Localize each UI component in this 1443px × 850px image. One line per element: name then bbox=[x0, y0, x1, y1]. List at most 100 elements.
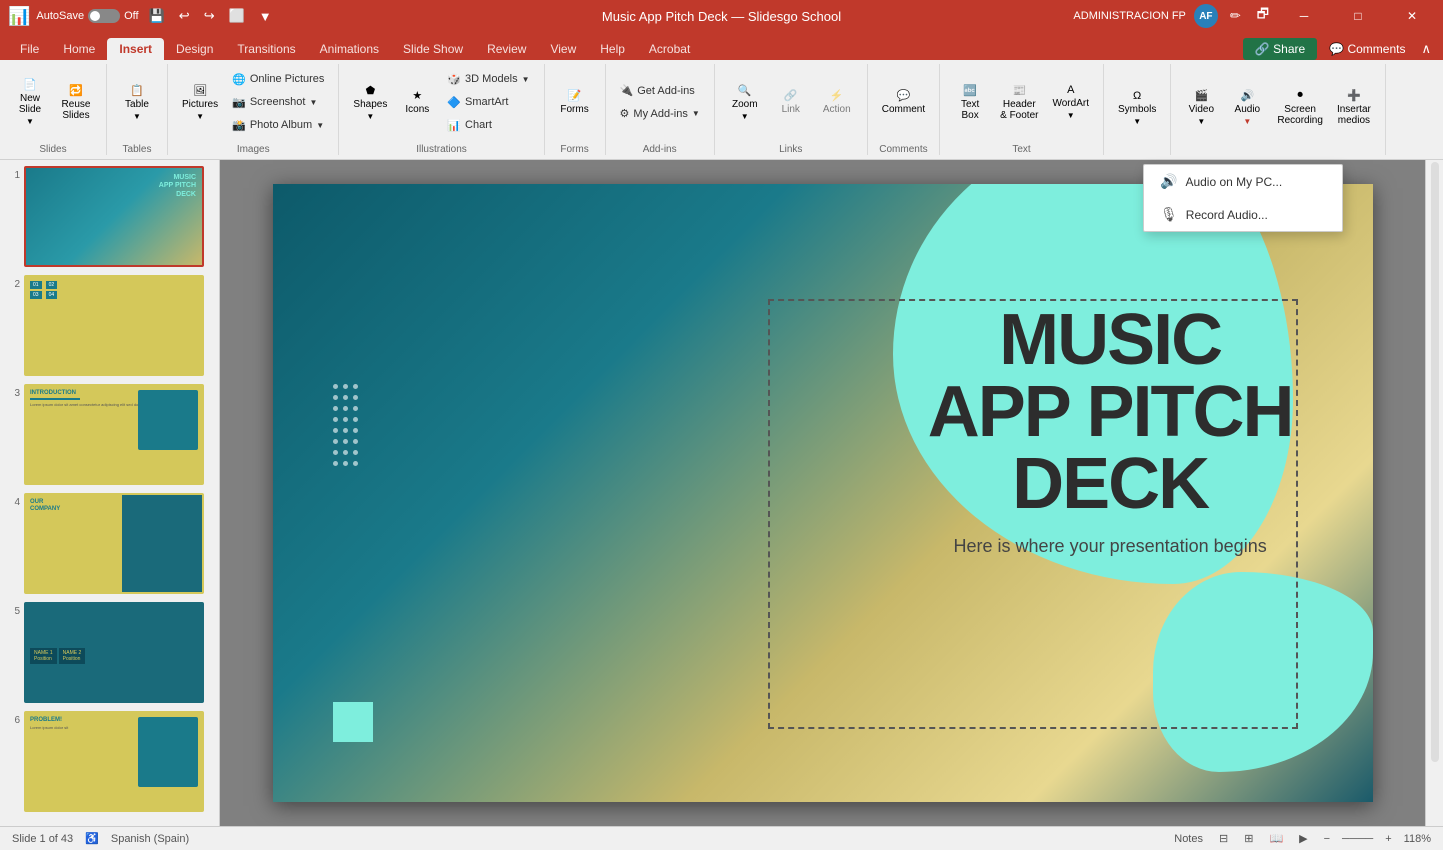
zoom-plus[interactable]: + bbox=[1381, 832, 1395, 846]
video-button[interactable]: 🎬 Video ▼ bbox=[1179, 73, 1223, 143]
tab-insert[interactable]: Insert bbox=[107, 38, 164, 60]
slide-thumbnail-1[interactable]: MUSICAPP PITCHDECK bbox=[24, 166, 204, 267]
ribbon-group-media: 🎬 Video ▼ 🔊 Audio ▼ ⏺ ScreenRecording ➕ … bbox=[1171, 64, 1386, 155]
table-dd[interactable]: ▼ bbox=[133, 112, 141, 121]
pictures-dd[interactable]: ▼ bbox=[196, 112, 204, 121]
redo-button[interactable]: ↪ bbox=[200, 6, 219, 26]
screenshot-button[interactable]: 📷 Screenshot ▼ bbox=[226, 91, 330, 113]
tab-view[interactable]: View bbox=[538, 38, 588, 60]
slide-thumb-4[interactable]: 4 OURCOMPANY bbox=[4, 491, 215, 596]
reading-view-button[interactable]: 📖 bbox=[1265, 831, 1287, 846]
tab-design[interactable]: Design bbox=[164, 38, 225, 60]
action-icon: ⚡ bbox=[830, 89, 844, 102]
icons-button[interactable]: ★ Icons bbox=[395, 67, 439, 137]
autosave-state: Off bbox=[124, 10, 138, 22]
link-button[interactable]: 🔗 Link bbox=[769, 67, 813, 137]
chart-button[interactable]: 📊 Chart bbox=[441, 114, 535, 136]
audio-on-pc-item[interactable]: 🔊 Audio on My PC... bbox=[1144, 165, 1342, 198]
slide-thumbnail-3[interactable]: INTRODUCTION Lorem ipsum dolor sit amet … bbox=[24, 384, 204, 485]
accessibility-icon: ♿ bbox=[85, 832, 99, 845]
video-dd[interactable]: ▼ bbox=[1197, 117, 1205, 126]
presentation-mode-button[interactable]: ⬜ bbox=[225, 6, 249, 26]
tab-slideshow[interactable]: Slide Show bbox=[391, 38, 475, 60]
table-button[interactable]: 📋 Table ▼ bbox=[115, 67, 159, 137]
slide-thumbnail-2[interactable]: 0102 0304 bbox=[24, 275, 204, 376]
forms-button[interactable]: 📝 Forms bbox=[553, 67, 597, 137]
slide-panel[interactable]: 1 MUSICAPP PITCHDECK 2 0102 0304 3 INTRO… bbox=[0, 160, 220, 826]
3d-models-button[interactable]: 🎲 3D Models ▼ bbox=[441, 68, 535, 90]
slide-thumb-1[interactable]: 1 MUSICAPP PITCHDECK bbox=[4, 164, 215, 269]
presentation-view-button[interactable]: ▶ bbox=[1295, 831, 1311, 846]
close-button[interactable]: ✕ bbox=[1389, 0, 1435, 32]
shapes-button[interactable]: ⬟ Shapes ▼ bbox=[347, 67, 393, 137]
normal-view-button[interactable]: ⊟ bbox=[1215, 831, 1232, 846]
ribbon-collapse[interactable]: ∧ bbox=[1417, 39, 1435, 59]
action-button[interactable]: ⚡ Action bbox=[815, 67, 859, 137]
reuse-slides-button[interactable]: 🔁 ReuseSlides bbox=[54, 67, 98, 137]
undo-button[interactable]: ↩ bbox=[175, 6, 194, 26]
pictures-button[interactable]: 🖼 Pictures ▼ bbox=[176, 67, 224, 137]
tab-file[interactable]: File bbox=[8, 38, 51, 60]
tab-transitions[interactable]: Transitions bbox=[225, 38, 307, 60]
tab-home[interactable]: Home bbox=[51, 38, 107, 60]
right-panel bbox=[1425, 160, 1443, 826]
shapes-dd[interactable]: ▼ bbox=[366, 112, 374, 121]
symbols-items: Ω Symbols ▼ bbox=[1112, 64, 1162, 151]
save-button[interactable]: 💾 bbox=[145, 6, 169, 26]
comment-icon: 💬 bbox=[897, 89, 911, 102]
images-items: 🖼 Pictures ▼ 🌐 Online Pictures 📷 Screens… bbox=[176, 64, 330, 140]
screen-recording-icon: ⏺ bbox=[1297, 89, 1303, 102]
minimize-button[interactable]: ─ bbox=[1281, 0, 1327, 32]
zoom-slider[interactable]: ──── bbox=[1342, 833, 1373, 845]
slides-items: 📄 NewSlide ▼ 🔁 ReuseSlides bbox=[8, 64, 98, 140]
audio-button[interactable]: 🔊 Audio ▼ bbox=[1225, 73, 1269, 143]
maximize-button[interactable]: □ bbox=[1335, 0, 1381, 32]
status-bar-left: Slide 1 of 43 ♿ Spanish (Spain) bbox=[12, 832, 189, 845]
symbols-dd[interactable]: ▼ bbox=[1133, 117, 1141, 126]
wordart-dd[interactable]: ▼ bbox=[1067, 111, 1075, 120]
textbox-button[interactable]: 🔤 TextBox bbox=[948, 67, 992, 137]
comment-button[interactable]: 💬 Comment bbox=[876, 67, 931, 137]
tab-help[interactable]: Help bbox=[588, 38, 637, 60]
tab-acrobat[interactable]: Acrobat bbox=[637, 38, 702, 60]
my-addins-button[interactable]: ⚙ My Add-ins ▼ bbox=[614, 103, 706, 125]
tab-animations[interactable]: Animations bbox=[308, 38, 391, 60]
wordart-button[interactable]: A WordArt ▼ bbox=[1046, 67, 1095, 137]
insertar-medios-button[interactable]: ➕ Insertarmedios bbox=[1331, 73, 1377, 143]
slide-thumbnail-4[interactable]: OURCOMPANY bbox=[24, 493, 204, 594]
notes-button[interactable]: Notes bbox=[1170, 832, 1207, 846]
get-addins-button[interactable]: 🔌 Get Add-ins bbox=[614, 80, 706, 102]
slide-thumbnail-6[interactable]: PROBLEM! Lorem ipsum dolor sit bbox=[24, 711, 204, 812]
symbols-button[interactable]: Ω Symbols ▼ bbox=[1112, 73, 1162, 143]
pen-button[interactable]: ✏ bbox=[1226, 6, 1245, 26]
screen-recording-button[interactable]: ⏺ ScreenRecording bbox=[1271, 73, 1329, 143]
share-button[interactable]: 🔗 Share bbox=[1243, 38, 1317, 60]
zoom-button[interactable]: 🔍 Zoom ▼ bbox=[723, 67, 767, 137]
slide-thumb-5[interactable]: 5 NAME 1Position NAME 2Position bbox=[4, 600, 215, 705]
photo-album-button[interactable]: 📸 Photo Album ▼ bbox=[226, 114, 330, 136]
autosave-label: AutoSave bbox=[36, 10, 84, 22]
audio-dd[interactable]: ▼ bbox=[1243, 117, 1251, 126]
comments-button[interactable]: 💬 Comments bbox=[1321, 38, 1413, 60]
slide-thumb-2[interactable]: 2 0102 0304 bbox=[4, 273, 215, 378]
slide-sorter-button[interactable]: ⊞ bbox=[1240, 831, 1257, 846]
smartart-button[interactable]: 🔷 SmartArt bbox=[441, 91, 535, 113]
pictures-icon: 🖼 bbox=[193, 84, 207, 97]
illustrations-small-group: 🎲 3D Models ▼ 🔷 SmartArt 📊 Chart bbox=[441, 68, 535, 136]
zoom-minus[interactable]: − bbox=[1320, 832, 1334, 846]
restore-button[interactable]: 🗗 bbox=[1253, 3, 1273, 29]
new-slide-dd[interactable]: ▼ bbox=[26, 117, 34, 126]
canvas-area[interactable]: MUSICAPP PITCHDECK Here is where your pr… bbox=[220, 160, 1425, 826]
slide-thumb-3[interactable]: 3 INTRODUCTION Lorem ipsum dolor sit ame… bbox=[4, 382, 215, 487]
slide-thumb-6[interactable]: 6 PROBLEM! Lorem ipsum dolor sit bbox=[4, 709, 215, 814]
media-items: 🎬 Video ▼ 🔊 Audio ▼ ⏺ ScreenRecording ➕ … bbox=[1179, 64, 1377, 151]
record-audio-item[interactable]: 🎙 Record Audio... bbox=[1144, 198, 1342, 231]
header-footer-button[interactable]: 📰 Header& Footer bbox=[994, 67, 1044, 137]
tab-review[interactable]: Review bbox=[475, 38, 538, 60]
autosave-toggle[interactable] bbox=[88, 9, 120, 23]
customize-button[interactable]: ▼ bbox=[255, 7, 276, 26]
online-pictures-button[interactable]: 🌐 Online Pictures bbox=[226, 68, 330, 90]
new-slide-button[interactable]: 📄 NewSlide ▼ bbox=[8, 67, 52, 137]
slide-thumbnail-5[interactable]: NAME 1Position NAME 2Position bbox=[24, 602, 204, 703]
zoom-dd[interactable]: ▼ bbox=[741, 112, 749, 121]
